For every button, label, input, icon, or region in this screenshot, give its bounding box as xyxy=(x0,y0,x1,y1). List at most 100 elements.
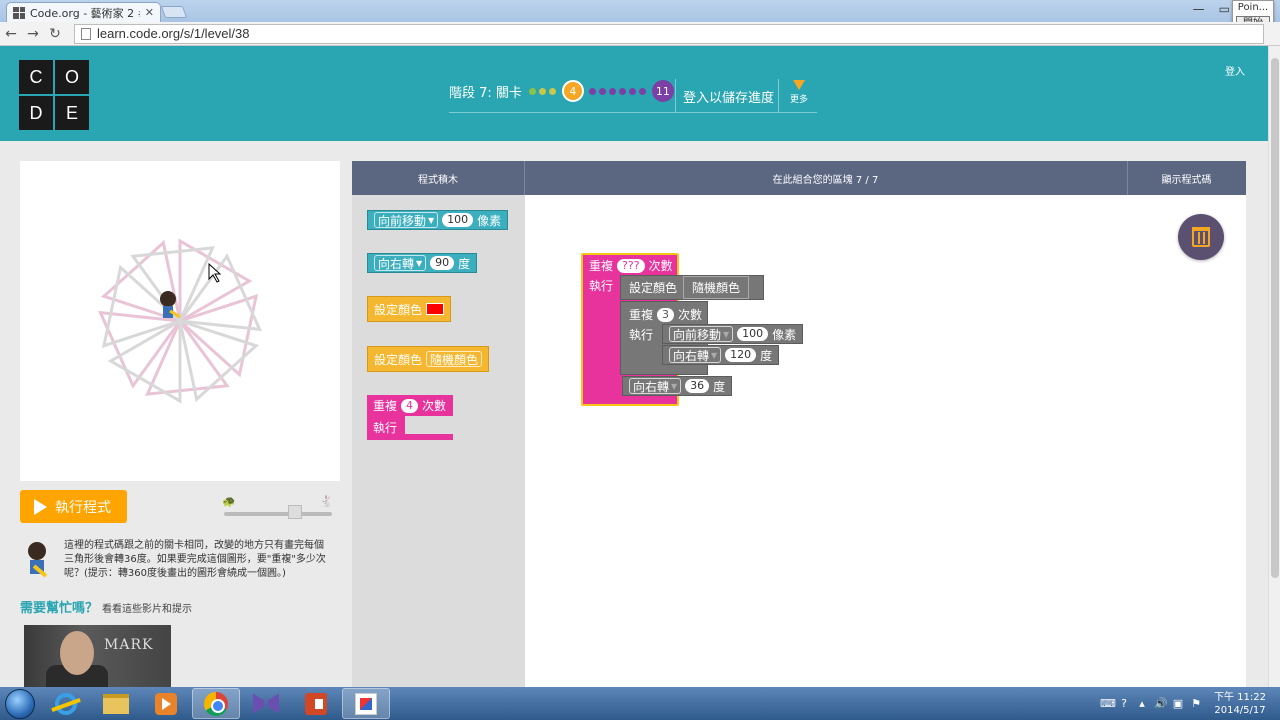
scrollbar-thumb[interactable] xyxy=(1271,58,1279,578)
system-tray: ⌨ ? ▴ 🔊 ▣ ⚑ 下午 11:22 2014/5/17 xyxy=(1100,687,1280,720)
play-icon xyxy=(34,498,47,515)
keyboard-icon[interactable]: ⌨ xyxy=(1100,697,1116,710)
turtle-icon: 🐢 xyxy=(222,495,236,508)
toolbox-move-forward-block[interactable]: 向前移動 ▼ 100 像素 xyxy=(367,210,509,230)
volume-icon[interactable]: 🔊 xyxy=(1154,697,1168,710)
program-set-color-block[interactable]: 設定顏色 隨機顏色 xyxy=(620,275,764,300)
program-outer-turn-right-block[interactable]: 向右轉 ▼ 36 度 xyxy=(622,376,733,396)
random-color-field[interactable]: 隨機顏色 xyxy=(683,276,750,299)
sign-in-link[interactable]: 登入 xyxy=(1225,63,1245,78)
windows-taskbar: ⌨ ? ▴ 🔊 ▣ ⚑ 下午 11:22 2014/5/17 xyxy=(0,687,1280,720)
network-icon[interactable]: ▣ xyxy=(1172,697,1184,710)
turn-dropdown[interactable]: 向右轉 ▼ xyxy=(374,255,427,271)
browser-toolbar: ← → ↻ learn.code.org/s/1/level/38 xyxy=(0,22,1280,46)
media-player-icon xyxy=(155,692,177,715)
last-level-bubble[interactable]: 11 xyxy=(651,80,674,102)
reload-icon[interactable]: ↻ xyxy=(44,26,66,42)
help-video-thumbnail[interactable]: MARK xyxy=(24,625,171,687)
trash-can-button[interactable] xyxy=(1178,214,1224,260)
set-color-label: 設定顏色 xyxy=(374,352,423,367)
address-bar[interactable]: learn.code.org/s/1/level/38 xyxy=(74,23,1264,44)
level-dot[interactable] xyxy=(539,87,547,95)
times-label: 次數 xyxy=(678,308,703,322)
page-icon xyxy=(81,27,91,40)
repeat-count-field[interactable]: 4 xyxy=(401,398,419,413)
new-tab-button[interactable] xyxy=(160,6,188,18)
more-menu[interactable]: 更多 xyxy=(790,80,808,105)
color-swatch[interactable] xyxy=(426,303,445,315)
show-code-button[interactable]: 顯示程式碼 xyxy=(1127,161,1246,195)
visual-studio-icon xyxy=(253,693,279,714)
pixels-label: 像素 xyxy=(772,327,797,342)
repeat-count-field[interactable]: ??? xyxy=(617,258,645,273)
help-icon[interactable]: ? xyxy=(1118,697,1130,710)
level-dot[interactable] xyxy=(629,87,637,95)
repeat-count-field[interactable]: 3 xyxy=(657,307,675,322)
angle-field[interactable]: 36 xyxy=(685,379,710,393)
toolbox-set-random-color-block[interactable]: 設定顏色 隨機顏色 xyxy=(367,346,490,372)
start-button[interactable] xyxy=(0,687,40,720)
random-color-field[interactable]: 隨機顏色 xyxy=(426,351,483,367)
current-level-bubble[interactable]: 4 xyxy=(561,80,584,102)
level-dot[interactable] xyxy=(589,87,597,95)
browser-tab[interactable]: Code.org - 藝術家 2 #4 ✕ xyxy=(6,2,161,22)
system-clock[interactable]: 下午 11:22 2014/5/17 xyxy=(1214,691,1266,717)
trash-icon xyxy=(1192,227,1210,247)
forward-icon[interactable]: → xyxy=(22,26,44,42)
level-dot[interactable] xyxy=(619,87,627,95)
angle-field[interactable]: 120 xyxy=(725,348,757,362)
turn-dropdown[interactable]: 向右轉 ▼ xyxy=(669,347,722,363)
direction-dropdown[interactable]: 向前移動 ▼ xyxy=(669,326,734,342)
repeat-label: 重複 xyxy=(373,399,398,413)
degrees-label: 度 xyxy=(760,348,773,363)
artist-avatar-icon xyxy=(28,542,48,578)
tab-close-icon[interactable]: ✕ xyxy=(145,6,154,19)
windows-logo-icon xyxy=(5,688,35,719)
dropdown-arrow-icon: ▼ xyxy=(671,381,678,391)
help-section: 需要幫忙嗎？ 看看這些影片和提示 xyxy=(20,597,192,616)
turn-dropdown[interactable]: 向右轉 ▼ xyxy=(629,378,682,394)
header-divider xyxy=(675,79,676,113)
taskbar-paint[interactable] xyxy=(342,688,390,719)
taskbar-chrome[interactable] xyxy=(192,688,240,719)
distance-field[interactable]: 100 xyxy=(442,213,474,227)
slider-handle[interactable] xyxy=(288,505,302,519)
turn-right-label: 向右轉 xyxy=(673,348,710,363)
header-divider xyxy=(778,79,779,113)
level-dot[interactable] xyxy=(639,87,647,95)
more-label: 更多 xyxy=(790,95,809,105)
taskbar-visual-studio[interactable] xyxy=(242,688,290,719)
code-logo[interactable]: C O D E xyxy=(19,60,91,130)
level-dot[interactable] xyxy=(599,87,607,95)
video-person-head xyxy=(60,631,94,675)
save-progress-link[interactable]: 登入以儲存進度 xyxy=(683,87,774,106)
toolbox-repeat-block[interactable]: 重複 4 次數 執行 xyxy=(367,395,453,445)
toolbox-set-color-block[interactable]: 設定顏色 xyxy=(367,296,452,322)
show-hidden-icons-icon[interactable]: ▴ xyxy=(1136,697,1148,710)
run-program-button[interactable]: 執行程式 xyxy=(20,490,127,523)
toolbox-turn-right-block[interactable]: 向右轉 ▼ 90 度 xyxy=(367,253,478,273)
level-dot[interactable] xyxy=(529,87,537,95)
program-move-forward-block[interactable]: 向前移動 ▼ 100 像素 xyxy=(662,324,804,344)
distance-field[interactable]: 100 xyxy=(737,327,769,341)
level-dot[interactable] xyxy=(609,87,617,95)
level-dot[interactable] xyxy=(549,87,557,95)
speed-slider[interactable]: 🐢 🐇 xyxy=(222,495,334,523)
slider-track[interactable] xyxy=(224,512,332,516)
back-icon[interactable]: ← xyxy=(0,26,22,42)
taskbar-explorer[interactable] xyxy=(92,688,140,719)
minimize-icon[interactable]: — xyxy=(1193,2,1205,16)
taskbar-ie[interactable] xyxy=(42,688,90,719)
taskbar-media-player[interactable] xyxy=(142,688,190,719)
direction-dropdown[interactable]: 向前移動 ▼ xyxy=(374,212,439,228)
move-forward-label: 向前移動 xyxy=(673,327,722,342)
maximize-icon[interactable]: ▭ xyxy=(1219,2,1230,16)
rabbit-icon: 🐇 xyxy=(320,495,334,508)
flag-icon[interactable]: ⚑ xyxy=(1190,697,1202,710)
program-turn-right-block[interactable]: 向右轉 ▼ 120 度 xyxy=(662,345,780,365)
times-label: 次數 xyxy=(422,399,447,413)
page-scrollbar[interactable] xyxy=(1268,46,1280,687)
taskbar-powerpoint[interactable] xyxy=(292,688,340,719)
angle-field[interactable]: 90 xyxy=(430,256,455,270)
level-progress: 階段 7: 關卡 4 11 xyxy=(449,80,678,102)
